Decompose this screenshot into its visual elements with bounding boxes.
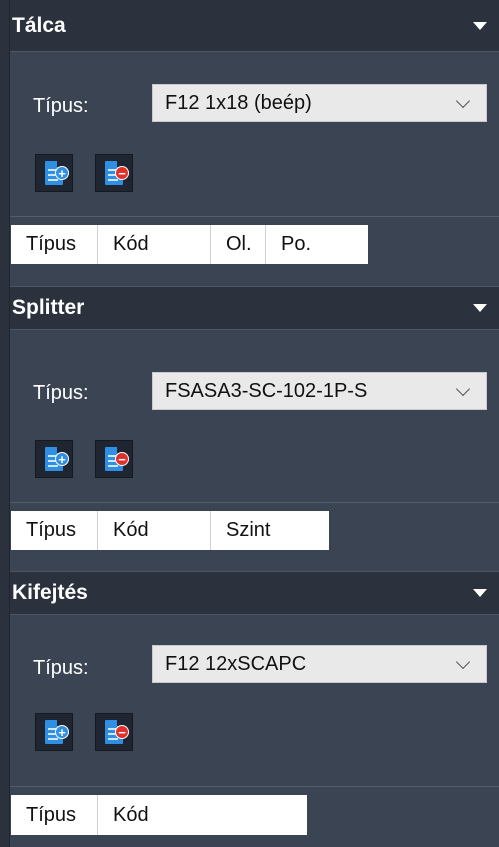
add-row-button[interactable]: + — [35, 154, 73, 192]
column-header[interactable]: Típus — [11, 795, 98, 835]
table-header: Típus Kód Ol. Po. — [11, 225, 368, 264]
section-title: Tálca — [12, 13, 66, 37]
column-header[interactable]: Kód — [98, 511, 211, 550]
section-talca: Tálca Típus: F12 1x18 (beép) + − Típus K… — [10, 0, 499, 264]
left-edge-strip — [0, 0, 10, 847]
type-dropdown-value: F12 1x18 (beép) — [165, 91, 312, 114]
collapse-triangle-icon[interactable] — [473, 589, 487, 597]
add-row-icon: + — [45, 720, 69, 744]
column-header[interactable]: Típus — [11, 225, 98, 264]
add-row-button[interactable]: + — [35, 713, 73, 751]
add-row-icon: + — [45, 447, 69, 471]
type-label: Típus: — [33, 382, 89, 404]
type-label: Típus: — [33, 657, 89, 679]
table-header: Típus Kód — [11, 795, 307, 835]
section-title: Kifejtés — [12, 581, 88, 604]
section-kifejtes: Kifejtés Típus: F12 12xSCAPC + − Típus K… — [10, 571, 499, 835]
column-header[interactable]: Kód — [98, 795, 307, 835]
chevron-down-icon — [455, 93, 471, 108]
remove-row-icon: − — [105, 447, 129, 471]
divider — [10, 216, 499, 217]
column-header[interactable]: Po. — [266, 225, 368, 264]
type-dropdown-value: F12 12xSCAPC — [165, 652, 307, 675]
remove-row-button[interactable]: − — [95, 154, 133, 192]
remove-row-icon: − — [105, 720, 129, 744]
type-dropdown[interactable]: FSASA3-SC-102-1P-S — [152, 372, 487, 410]
column-header[interactable]: Szint — [211, 511, 329, 550]
remove-row-icon: − — [105, 161, 129, 185]
chevron-down-icon — [455, 381, 471, 396]
section-title: Splitter — [12, 296, 85, 319]
column-header[interactable]: Kód — [98, 225, 211, 264]
type-label: Típus: — [33, 95, 89, 117]
column-header[interactable]: Típus — [11, 511, 98, 550]
remove-row-button[interactable]: − — [95, 440, 133, 478]
remove-row-button[interactable]: − — [95, 713, 133, 751]
collapse-triangle-icon[interactable] — [473, 304, 487, 312]
type-dropdown[interactable]: F12 12xSCAPC — [152, 645, 487, 683]
table-header: Típus Kód Szint — [11, 511, 329, 550]
divider — [10, 502, 499, 503]
section-header-kifejtes[interactable]: Kifejtés — [10, 571, 499, 615]
add-row-icon: + — [45, 161, 69, 185]
section-splitter: Splitter Típus: FSASA3-SC-102-1P-S + − T… — [10, 286, 499, 550]
column-header[interactable]: Ol. — [211, 225, 266, 264]
type-dropdown[interactable]: F12 1x18 (beép) — [152, 84, 487, 122]
divider — [10, 786, 499, 787]
add-row-button[interactable]: + — [35, 440, 73, 478]
section-header-splitter[interactable]: Splitter — [10, 286, 499, 330]
section-header-talca[interactable]: Tálca — [10, 0, 499, 52]
type-dropdown-value: FSASA3-SC-102-1P-S — [165, 379, 368, 402]
chevron-down-icon — [455, 654, 471, 669]
collapse-triangle-icon[interactable] — [473, 21, 487, 30]
